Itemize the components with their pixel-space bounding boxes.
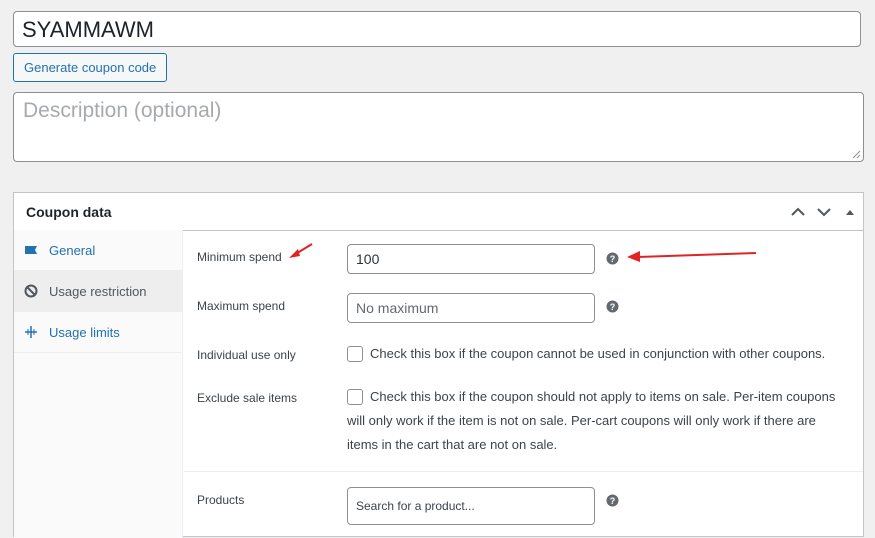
- exclude-sale-description-line3: items in the cart that are not on sale.: [347, 437, 558, 452]
- ban-icon: [24, 284, 38, 298]
- minimum-spend-label: Minimum spend: [197, 250, 282, 264]
- collapse-toggle-icon[interactable]: [841, 203, 859, 221]
- maximum-spend-label: Maximum spend: [197, 299, 286, 313]
- maximum-spend-input[interactable]: No maximum: [347, 293, 595, 323]
- generate-coupon-code-button[interactable]: Generate coupon code: [13, 53, 168, 82]
- limits-icon: [25, 326, 37, 338]
- exclude-sale-items-label: Exclude sale items: [197, 391, 298, 405]
- ticket-icon: [25, 246, 37, 254]
- chevron-down-icon[interactable]: [815, 203, 833, 221]
- exclude-sale-description-line1: Check this box if the coupon should not …: [370, 389, 836, 404]
- annotation-arrow-icon: [289, 243, 313, 258]
- tab-usage-restriction[interactable]: Usage restriction: [14, 271, 182, 312]
- exclude-sale-description-line2: will only work if the item is not on sal…: [347, 413, 816, 428]
- description-placeholder: Description (optional): [23, 99, 222, 122]
- help-icon: ?: [606, 300, 619, 313]
- panel-title: Coupon data: [26, 204, 112, 220]
- products-label: Products: [197, 493, 245, 507]
- coupon-data-panel: Coupon data General Usage restriction Us…: [13, 192, 864, 538]
- annotation-arrow-icon: [627, 251, 757, 262]
- chevron-up-icon[interactable]: [789, 203, 807, 221]
- products-search-input[interactable]: Search for a product...: [347, 487, 595, 525]
- tab-general[interactable]: General: [14, 230, 182, 271]
- coupon-code-input[interactable]: SYAMMAWM: [13, 11, 861, 47]
- individual-use-label: Individual use only: [197, 348, 296, 362]
- svg-text:?: ?: [610, 302, 616, 312]
- svg-text:?: ?: [610, 496, 616, 506]
- minimum-spend-input[interactable]: 100: [347, 244, 595, 274]
- tab-usage-limits[interactable]: Usage limits: [14, 312, 182, 353]
- exclude-sale-items-checkbox[interactable]: [347, 389, 363, 405]
- description-textarea[interactable]: Description (optional): [13, 92, 864, 162]
- help-icon: ?: [606, 494, 619, 507]
- individual-use-checkbox[interactable]: [347, 346, 363, 362]
- tab-usage-limits-label: Usage limits: [49, 325, 120, 340]
- resize-handle-icon[interactable]: [852, 150, 861, 159]
- svg-text:?: ?: [610, 254, 616, 264]
- tab-general-label: General: [49, 243, 96, 258]
- tab-usage-restriction-label: Usage restriction: [49, 284, 147, 299]
- section-divider: [184, 471, 863, 472]
- help-icon: ?: [606, 252, 619, 265]
- coupon-tabs: General Usage restriction Usage limits: [14, 230, 183, 538]
- individual-use-description: Check this box if the coupon cannot be u…: [370, 346, 826, 361]
- panel-header: Coupon data: [14, 193, 863, 231]
